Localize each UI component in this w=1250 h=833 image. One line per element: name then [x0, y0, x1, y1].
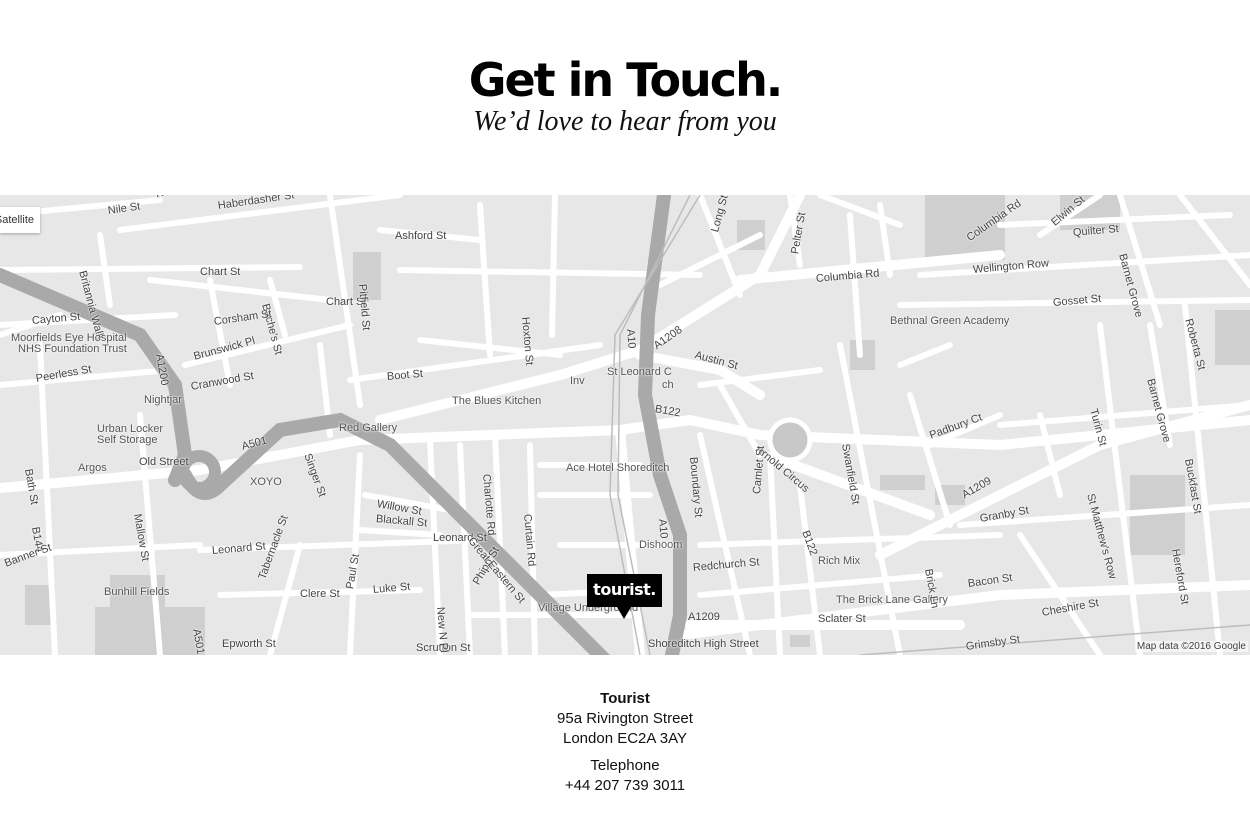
map-place-label: Argos: [78, 462, 107, 474]
contact-details: Tourist 95a Rivington Street London EC2A…: [0, 689, 1250, 796]
page-header: Get in Touch. We’d love to hear from you: [0, 52, 1250, 138]
map-copyright[interactable]: Map data ©2016 Google: [1134, 641, 1248, 652]
map-street-label: Clere St: [300, 588, 340, 600]
satellite-label: Satellite: [0, 214, 34, 226]
page-title: Get in Touch.: [468, 53, 784, 107]
map-place-label: St Leonard C: [607, 366, 672, 378]
map-place-label: Bunhill Fields: [104, 586, 170, 598]
phone-number[interactable]: +44 207 739 3011: [0, 776, 1250, 796]
map-place-label: Dishoom: [639, 539, 683, 551]
map-place-label: ch: [662, 379, 674, 391]
map-place-label: Bethnal Green Academy: [890, 315, 1010, 327]
map-street-label: Chart St: [200, 266, 241, 278]
location-marker[interactable]: tourist.: [587, 574, 662, 619]
map-street-label: Ashford St: [395, 230, 447, 242]
map-place-label: Inv: [570, 375, 585, 387]
map-street-label: A10: [656, 518, 670, 540]
phone-label: Telephone: [590, 757, 660, 774]
map-street-label: A10: [624, 328, 638, 350]
map-place-label: XOYO: [250, 476, 282, 488]
page-subtitle: We’d love to hear from you: [473, 106, 777, 137]
map-street-label: Sclater St: [818, 613, 866, 625]
map-street-label: Old Street: [139, 456, 189, 468]
map-place-label: Rich Mix: [818, 555, 861, 567]
map-place-label: NHS Foundation Trust: [18, 343, 127, 355]
map-street-label: Epworth St: [222, 638, 276, 650]
map-street-label: Shoreditch High Street: [648, 638, 759, 650]
map-place-label: Ace Hotel Shoreditch: [566, 462, 670, 474]
map-street-label: A1209: [688, 611, 720, 623]
satellite-toggle-button[interactable]: Satellite: [0, 207, 40, 233]
map-place-label: Red Gallery: [339, 422, 398, 434]
company-name: Tourist: [600, 690, 650, 707]
map-place-label: Nightjar: [144, 394, 182, 406]
address-line-2: London EC2A 3AY: [563, 730, 687, 747]
map[interactable]: Nile StNile StHaberdasher StAshford StCh…: [0, 195, 1250, 655]
map-place-label: The Blues Kitchen: [452, 395, 542, 407]
address-line-1: 95a Rivington Street: [557, 710, 693, 727]
map-place-label: Self Storage: [97, 434, 158, 446]
